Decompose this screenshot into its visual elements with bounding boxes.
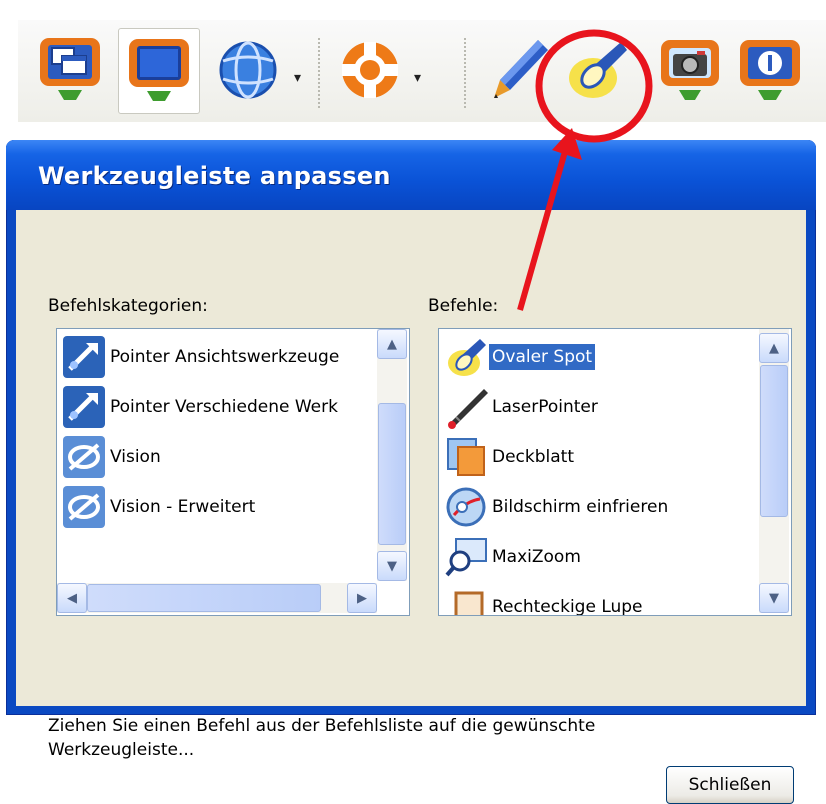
annotation-arrow [517, 147, 569, 311]
close-button[interactable]: Schließen [666, 766, 794, 804]
annotation-overlay [517, 29, 653, 311]
hint-text: Ziehen Sie einen Befehl aus der Befehlsl… [48, 716, 596, 760]
highlight-circle [535, 29, 653, 143]
